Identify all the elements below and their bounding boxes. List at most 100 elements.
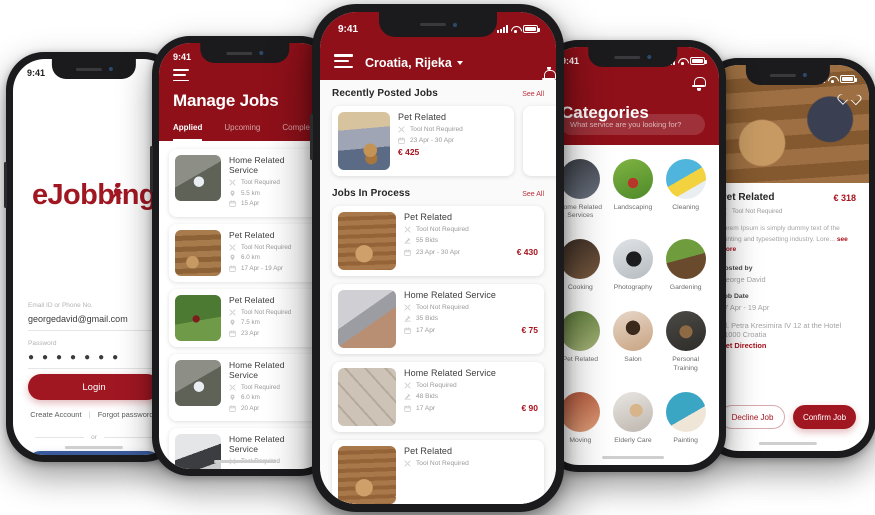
job-distance: 6.0 km: [229, 254, 291, 261]
category-item[interactable]: Elderly Care: [610, 391, 657, 453]
jobs-in-process-list[interactable]: Pet Related Tool Not Required 55 Bids 23…: [332, 206, 544, 504]
job-date-text: 17 Apr - 19 Apr: [241, 264, 284, 272]
job-tool: Tool Not Required: [398, 126, 463, 133]
category-item[interactable]: Personal Training: [662, 311, 709, 381]
job-title: Pet Related: [404, 212, 453, 222]
job-list-item[interactable]: Home Related Service Tool Required 6.0 k…: [169, 353, 321, 421]
login-button[interactable]: Login: [28, 374, 160, 400]
job-date: 17 Apr: [404, 405, 435, 412]
location-label: Croatia, Rijeka: [365, 56, 452, 70]
category-item[interactable]: Salon: [610, 311, 657, 381]
category-image: [665, 239, 706, 280]
job-date-value: 17 Apr - 19 Apr: [720, 302, 770, 312]
job-date: 20 Apr: [229, 405, 315, 412]
category-image: [665, 311, 706, 352]
category-search-input[interactable]: What service are you looking for?: [561, 114, 705, 135]
job-date: 23 Apr - 30 Apr: [404, 249, 460, 256]
category-label: Photography: [613, 284, 653, 292]
recently-posted-carousel[interactable]: Pet Related Tool Not Required 23 Apr - 3…: [332, 106, 556, 176]
category-image: [665, 391, 706, 432]
category-label: Personal Training: [672, 356, 700, 372]
job-detail-body: Pet Related € 318 Tool Not Required Lore…: [707, 183, 869, 359]
job-tool-text: Tool Required: [241, 179, 280, 186]
notch: [588, 47, 678, 67]
decline-job-button[interactable]: Decline Job: [720, 405, 785, 429]
job-title: Home Related Service: [404, 368, 497, 378]
category-image: [560, 159, 601, 199]
job-tool-text: Tool Not Required: [416, 460, 469, 467]
job-tool: Tool Required: [404, 382, 538, 389]
runner-icon: [111, 183, 124, 200]
recently-posted-header: Recently Posted Jobs See All: [332, 88, 544, 99]
recently-posted-see-all[interactable]: See All: [522, 91, 544, 98]
login-links: Create Account | Forgot password?: [13, 410, 175, 419]
password-field[interactable]: ● ● ● ● ● ● ●: [28, 352, 160, 369]
category-item[interactable]: Cleaning: [662, 159, 709, 228]
job-distance: 4.0 km: [229, 469, 315, 470]
job-tool-text: Tool Not Required: [416, 304, 469, 311]
home-screen: 9:41 Croatia, Rijeka Recently Posted Job…: [320, 12, 556, 504]
hamburger-menu-icon[interactable]: [173, 69, 189, 82]
job-title: Home Related Service: [229, 155, 285, 175]
job-distance-text: 7.5 km: [241, 319, 260, 326]
tab-upcoming[interactable]: Upcoming: [224, 123, 260, 141]
manage-jobs-list[interactable]: Home Related Service Tool Required 5.5 k…: [159, 143, 331, 469]
job-title: Home Related Service: [229, 434, 285, 454]
favorite-heart-icon[interactable]: [843, 95, 855, 106]
jobs-in-process-see-all[interactable]: See All: [522, 191, 544, 198]
email-field-group: Email ID or Phone No. georgedavid@gmail.…: [28, 302, 160, 331]
tab-applied[interactable]: Applied: [173, 123, 203, 141]
recent-job-card[interactable]: Pet Related Tool Not Required 21 Apr - 2…: [523, 106, 556, 176]
in-process-job-card[interactable]: Home Related Service Tool Required 48 Bi…: [332, 362, 544, 432]
get-direction-link[interactable]: Get Direction: [720, 341, 856, 350]
create-account-link[interactable]: Create Account: [30, 410, 81, 419]
job-tool: Tool Not Required: [404, 304, 538, 311]
job-list-item[interactable]: Pet Related Tool Not Required 6.0 km 17 …: [169, 223, 321, 282]
category-item[interactable]: Landscaping: [610, 159, 657, 228]
job-thumbnail: [175, 229, 221, 276]
recent-job-card[interactable]: Pet Related Tool Not Required 23 Apr - 3…: [332, 106, 514, 176]
job-thumbnail: [338, 446, 396, 504]
email-label: Email ID or Phone No.: [28, 302, 93, 309]
category-label: Landscaping: [613, 204, 653, 211]
hamburger-menu-icon[interactable]: [334, 54, 353, 68]
job-title: Home Related Service: [229, 359, 285, 380]
category-image: [560, 391, 601, 432]
location-selector[interactable]: Croatia, Rijeka: [365, 56, 463, 70]
category-item[interactable]: Gardening: [662, 239, 709, 300]
recently-posted-title: Recently Posted Jobs: [332, 88, 438, 99]
phone-home: 9:41 Croatia, Rijeka Recently Posted Job…: [310, 4, 564, 512]
jobs-in-process-title: Jobs In Process: [332, 188, 411, 199]
job-tool: Tool Not Required: [229, 244, 291, 251]
facebook-login-button[interactable]: f Login with facebook: [28, 451, 160, 455]
category-item[interactable]: Photography: [610, 239, 657, 300]
job-tool-text: Tool Not Required: [241, 243, 292, 251]
in-process-job-card[interactable]: Pet Related Tool Not Required 55 Bids 23…: [332, 206, 544, 276]
job-title: Home Related Service: [404, 290, 497, 300]
category-label: Salon: [624, 356, 642, 364]
job-tool-text: Tool Required: [241, 383, 280, 391]
job-date-label: Job Date: [720, 292, 749, 300]
signal-icon: [497, 25, 508, 33]
job-detail-actions: Decline Job Confirm Job: [720, 405, 856, 429]
notification-bell-icon[interactable]: [692, 75, 706, 91]
category-item[interactable]: Painting: [662, 391, 709, 453]
in-process-job-card[interactable]: Home Related Service Tool Not Required 3…: [332, 284, 544, 354]
job-description-text: Lorem Ipsum is simply dummy text of the …: [720, 225, 840, 243]
confirm-job-button[interactable]: Confirm Job: [793, 405, 856, 429]
jobs-in-process-header: Jobs In Process See All: [332, 188, 544, 199]
job-thumbnail: [338, 112, 390, 170]
phone-job-detail: Pet Related € 318 Tool Not Required Lore…: [698, 58, 875, 458]
page-title: Manage Jobs: [173, 91, 279, 111]
category-image: [612, 239, 653, 280]
job-date-text: 23 Apr: [241, 329, 260, 337]
category-label: Elderly Care: [614, 436, 652, 444]
job-thumbnail: [338, 368, 396, 426]
job-address-line2: 51000 Croatia: [720, 329, 767, 339]
email-field[interactable]: georgedavid@gmail.com: [28, 314, 160, 331]
job-date-text: 15 Apr: [241, 200, 260, 207]
forgot-password-link[interactable]: Forgot password?: [98, 410, 158, 419]
category-label: Cleaning: [672, 204, 700, 211]
job-list-item[interactable]: Home Related Service Tool Required 5.5 k…: [169, 149, 321, 217]
job-list-item[interactable]: Pet Related Tool Not Required 7.5 km 23 …: [169, 288, 321, 347]
